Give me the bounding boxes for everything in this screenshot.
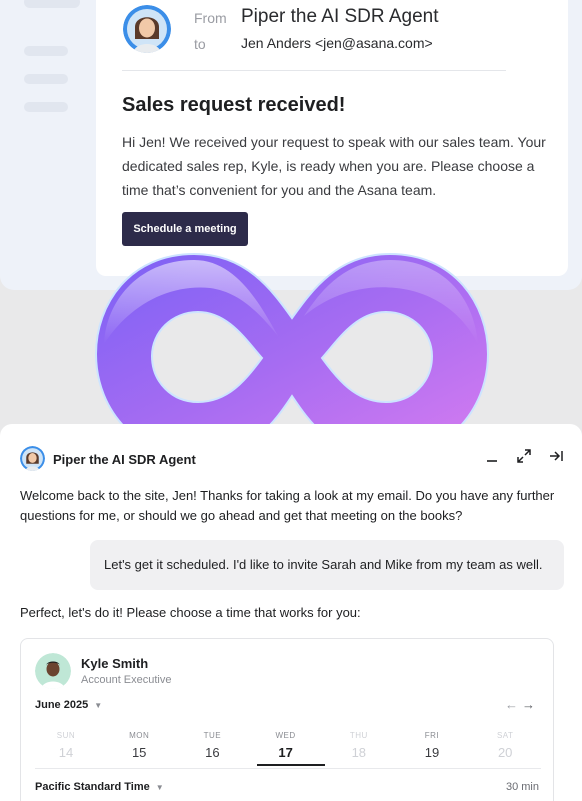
email-divider <box>122 70 506 71</box>
from-label: From <box>194 10 227 26</box>
chevron-down-icon: ▼ <box>94 701 103 710</box>
day-of-week-label: THU <box>349 731 368 740</box>
sidebar-placeholder-bar <box>24 102 68 112</box>
recipient-address: Jen Anders <jen@asana.com> <box>241 35 433 51</box>
scheduler-divider <box>35 768 541 769</box>
day-option[interactable]: FRI 19 <box>397 731 467 760</box>
collapse-to-side-icon[interactable] <box>548 448 564 464</box>
agent-avatar <box>20 446 45 471</box>
agent-message: Perfect, let's do it! Please choose a ti… <box>20 605 361 620</box>
day-option[interactable]: MON 15 <box>104 731 174 760</box>
rep-avatar <box>35 653 71 689</box>
meeting-scheduler: Kyle Smith Account Executive June 2025 ▼ … <box>20 638 554 801</box>
sidebar-placeholder-bar <box>24 0 80 8</box>
timezone-dropdown[interactable]: Pacific Standard Time ▼ <box>35 781 164 793</box>
day-number: 15 <box>131 745 147 760</box>
day-option[interactable]: WED 17 <box>251 731 321 760</box>
sender-avatar <box>123 5 171 53</box>
timezone-label: Pacific Standard Time <box>35 781 150 793</box>
rep-title: Account Executive <box>81 674 172 686</box>
day-number: 17 <box>278 745 293 760</box>
sender-name: Piper the AI SDR Agent <box>241 6 439 27</box>
email-heading: Sales request received! <box>122 94 346 116</box>
sidebar-placeholder-bar <box>24 74 68 84</box>
schedule-meeting-button[interactable]: Schedule a meeting <box>122 212 248 246</box>
day-of-week-label: WED <box>275 731 296 740</box>
expand-icon[interactable] <box>516 448 532 464</box>
day-of-week-label: SUN <box>56 731 76 740</box>
prev-week-arrow-icon[interactable]: ← <box>505 697 522 712</box>
day-number: 19 <box>424 745 440 760</box>
chat-panel: Piper the AI SDR Agent Welcome back to t… <box>0 424 582 801</box>
month-dropdown[interactable]: June 2025 ▼ <box>35 699 102 711</box>
day-of-week-label: TUE <box>203 731 222 740</box>
meeting-duration: 30 min <box>505 781 539 793</box>
user-message: Let's get it scheduled. I'd like to invi… <box>90 540 564 590</box>
day-number: 18 <box>351 745 367 760</box>
day-of-week-label: SAT <box>496 731 514 740</box>
day-number: 16 <box>205 745 220 760</box>
month-label: June 2025 <box>35 699 89 711</box>
minimize-icon[interactable] <box>484 448 500 464</box>
selected-day-indicator <box>257 764 325 766</box>
day-option: SAT 20 <box>470 731 540 760</box>
to-label: to <box>194 36 206 52</box>
day-of-week-label: MON <box>129 731 150 740</box>
day-option[interactable]: TUE 16 <box>177 731 247 760</box>
day-of-week-label: FRI <box>424 731 440 740</box>
day-number: 20 <box>497 745 513 760</box>
agent-message: Welcome back to the site, Jen! Thanks fo… <box>20 488 555 523</box>
week-navigation: ←→ <box>505 697 539 712</box>
day-option: THU 18 <box>324 731 394 760</box>
next-week-arrow-icon[interactable]: → <box>522 697 539 712</box>
rep-name: Kyle Smith <box>81 656 149 671</box>
sidebar-placeholder-bar <box>24 46 68 56</box>
email-body: Hi Jen! We received your request to spea… <box>122 134 546 198</box>
day-number: 14 <box>58 745 74 760</box>
chat-agent-name: Piper the AI SDR Agent <box>53 452 196 467</box>
chevron-down-icon: ▼ <box>155 783 164 792</box>
day-option: SUN 14 <box>31 731 101 760</box>
